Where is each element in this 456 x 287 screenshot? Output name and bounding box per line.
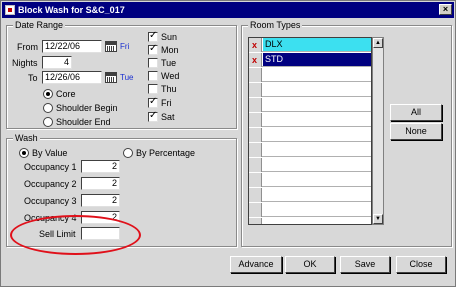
ok-button[interactable]: OK: [285, 256, 335, 273]
fri-checkbox[interactable]: [148, 96, 158, 108]
row-marked-icon: x: [252, 55, 258, 65]
table-row[interactable]: x DLX: [249, 38, 371, 52]
occupancy-1-field[interactable]: 2: [81, 160, 120, 173]
table-row[interactable]: [249, 143, 371, 157]
scroll-up-icon[interactable]: ▲: [373, 38, 383, 48]
shoulder-end-radio[interactable]: [43, 117, 53, 127]
annotation-ellipse: [10, 215, 141, 255]
sun-checkbox[interactable]: [148, 30, 158, 42]
table-row[interactable]: [249, 218, 371, 224]
to-calendar-icon[interactable]: [105, 72, 117, 83]
by-value-radio[interactable]: [19, 148, 29, 158]
room-types-scrollbar[interactable]: ▲ ▼: [372, 37, 384, 225]
core-radio[interactable]: [43, 89, 53, 99]
block-wash-window: Block Wash for S&C_017 × Date Range From…: [0, 0, 456, 287]
row-selector[interactable]: [249, 128, 262, 142]
table-row[interactable]: [249, 68, 371, 82]
core-label: Core: [56, 89, 76, 99]
shoulder-begin-label: Shoulder Begin: [56, 103, 118, 113]
row-selector[interactable]: [249, 68, 262, 82]
occupancy-3-field[interactable]: 2: [81, 194, 120, 207]
sat-checkbox[interactable]: [148, 110, 158, 122]
nights-field[interactable]: 4: [42, 56, 72, 69]
all-button[interactable]: All: [390, 104, 442, 121]
wed-label: Wed: [161, 71, 180, 81]
row-selector[interactable]: [249, 143, 262, 157]
wed-checkbox[interactable]: [148, 71, 158, 81]
mon-checkbox[interactable]: [148, 43, 158, 55]
table-row[interactable]: [249, 113, 371, 127]
table-row[interactable]: [249, 83, 371, 97]
room-types-title: Room Types: [248, 19, 303, 31]
occupancy-2-field[interactable]: 2: [81, 177, 120, 190]
by-percentage-label: By Percentage: [136, 148, 196, 158]
tue-checkbox[interactable]: [148, 58, 158, 68]
row-selector[interactable]: x: [249, 38, 262, 52]
table-row[interactable]: [249, 188, 371, 202]
wash-title: Wash: [13, 132, 40, 144]
table-row[interactable]: [249, 173, 371, 187]
by-value-label: By Value: [32, 148, 68, 158]
row-selector[interactable]: [249, 188, 262, 202]
fri-label: Fri: [161, 98, 172, 108]
occupancy-3-label: Occupancy 3: [24, 196, 77, 206]
table-row[interactable]: [249, 128, 371, 142]
room-type-code[interactable]: STD: [263, 53, 371, 66]
row-selector[interactable]: x: [249, 53, 262, 67]
sat-label: Sat: [161, 112, 175, 122]
save-button[interactable]: Save: [340, 256, 390, 273]
table-row[interactable]: [249, 98, 371, 112]
table-row[interactable]: [249, 158, 371, 172]
row-marked-icon: x: [252, 40, 258, 50]
row-selector[interactable]: [249, 173, 262, 187]
from-day-of-week: Fri: [120, 42, 130, 51]
from-calendar-icon[interactable]: [105, 41, 117, 52]
advance-button[interactable]: Advance: [230, 256, 282, 273]
none-button[interactable]: None: [390, 123, 442, 140]
row-selector[interactable]: [249, 158, 262, 172]
row-selector[interactable]: [249, 113, 262, 127]
scroll-down-icon[interactable]: ▼: [373, 214, 383, 224]
occupancy-1-label: Occupancy 1: [24, 162, 77, 172]
occupancy-2-label: Occupancy 2: [24, 179, 77, 189]
shoulder-begin-radio[interactable]: [43, 103, 53, 113]
room-type-code[interactable]: DLX: [263, 38, 371, 51]
app-icon: [5, 5, 15, 15]
sun-label: Sun: [161, 32, 178, 42]
close-button[interactable]: Close: [396, 256, 446, 273]
table-row[interactable]: [249, 203, 371, 217]
row-selector[interactable]: [249, 203, 262, 217]
close-window-button[interactable]: ×: [439, 4, 452, 15]
title-bar: Block Wash for S&C_017 ×: [2, 2, 454, 18]
from-label: From: [17, 42, 38, 52]
date-range-title: Date Range: [13, 19, 66, 31]
mon-label: Mon: [161, 45, 179, 55]
table-row[interactable]: x STD: [249, 53, 371, 67]
shoulder-end-label: Shoulder End: [56, 117, 111, 127]
row-selector[interactable]: [249, 98, 262, 112]
thu-label: Thu: [161, 84, 177, 94]
nights-label: Nights: [12, 58, 38, 68]
row-selector[interactable]: [249, 218, 262, 224]
window-title: Block Wash for S&C_017: [18, 5, 125, 15]
from-date-field[interactable]: 12/22/06: [42, 40, 102, 53]
to-date-field[interactable]: 12/26/06: [42, 71, 102, 84]
to-label: To: [28, 73, 38, 83]
thu-checkbox[interactable]: [148, 84, 158, 94]
by-percentage-radio[interactable]: [123, 148, 133, 158]
room-types-grid[interactable]: x DLX x STD: [248, 37, 372, 225]
row-selector[interactable]: [249, 83, 262, 97]
tue-label: Tue: [161, 58, 177, 68]
to-day-of-week: Tue: [120, 73, 134, 82]
